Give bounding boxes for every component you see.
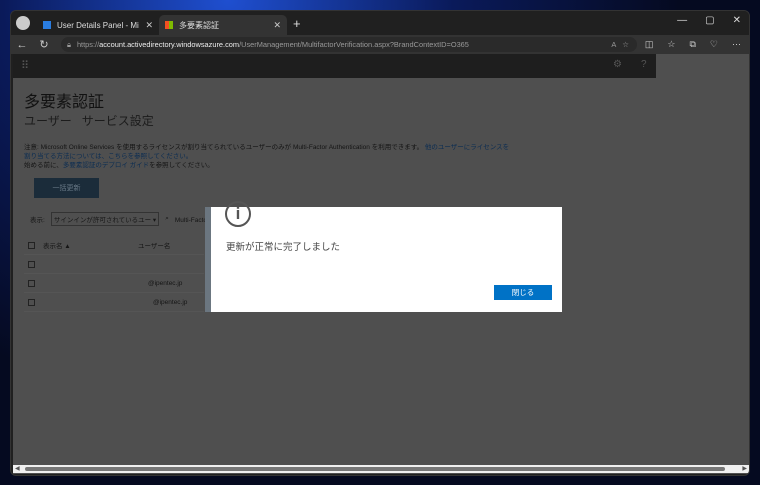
address-toolbar: ← ↻ 🔒︎ https://account.activedirectory.w… xyxy=(11,35,749,54)
view-label: 表示: xyxy=(30,217,45,224)
help-icon[interactable]: ? xyxy=(641,59,647,70)
dialog-message: 更新が正常に完了しました xyxy=(226,242,341,253)
bulk-update-button[interactable]: 一括更新 xyxy=(34,178,99,198)
m365-icon xyxy=(43,21,51,29)
refresh-button[interactable]: ↻ xyxy=(33,38,55,51)
table-row[interactable] xyxy=(24,255,204,274)
portal-header: ⠿ ⚙ ? xyxy=(13,54,656,78)
favorite-star-icon[interactable]: ☆ xyxy=(622,40,629,49)
collections-icon[interactable]: ⧉ xyxy=(689,39,695,50)
url-path: /UserManagement/MultifactorVerification.… xyxy=(239,40,469,49)
close-tab-icon[interactable]: ✕ xyxy=(145,20,153,31)
tab-user-details[interactable]: User Details Panel - Microsoft 365 ✕ xyxy=(37,15,159,35)
url-prefix: https:// xyxy=(76,40,100,49)
tab-service-settings[interactable]: サービス設定 xyxy=(82,114,154,128)
close-window-button[interactable]: ✕ xyxy=(733,15,741,26)
row-checkbox[interactable] xyxy=(28,260,35,268)
read-aloud-icon[interactable]: A xyxy=(611,40,616,49)
page-content: ⠿ ⚙ ? 多要素認証 ユーザー サービス設定 注意: Microsoft On… xyxy=(13,54,749,474)
browser-window: User Details Panel - Microsoft 365 ✕ 多要素… xyxy=(10,10,750,476)
success-dialog: i 更新が正常に完了しました 閉じる xyxy=(205,201,562,312)
license-note: 注意: Microsoft Online Services を使用するライセンス… xyxy=(24,144,510,169)
info-icon: i xyxy=(225,201,251,227)
browser-essentials-icon[interactable]: ♡ xyxy=(710,39,718,50)
table-row[interactable]: @ipentec.jp xyxy=(24,293,204,312)
back-button[interactable]: ← xyxy=(11,39,33,51)
scroll-right-icon[interactable]: ▶ xyxy=(742,465,747,472)
scrollbar-thumb[interactable] xyxy=(25,467,725,471)
row-checkbox[interactable] xyxy=(28,298,35,306)
deploy-guide-link[interactable]: 多要素認証のデプロイ ガイド xyxy=(63,162,149,169)
lock-icon: 🔒︎ xyxy=(67,39,71,49)
maximize-button[interactable]: ▢ xyxy=(705,15,714,26)
view-select[interactable]: サインインが許可されているユー ▾ xyxy=(50,212,160,226)
table-header: 表示名 ▲ ユーザー名 xyxy=(24,236,204,255)
more-menu-icon[interactable]: ⋯ xyxy=(732,39,741,50)
search-icon[interactable]: ⌕ xyxy=(165,215,169,223)
select-all-checkbox[interactable] xyxy=(28,241,35,249)
row-checkbox[interactable] xyxy=(28,279,35,287)
tab-mfa[interactable]: 多要素認証 ✕ xyxy=(159,15,287,35)
page-title: 多要素認証 xyxy=(24,94,105,111)
profile-avatar[interactable] xyxy=(16,16,30,30)
column-display-name[interactable]: 表示名 ▲ xyxy=(43,240,138,250)
gear-icon[interactable]: ⚙ xyxy=(613,59,622,70)
split-screen-icon[interactable]: ◫ xyxy=(645,39,654,50)
close-button[interactable]: 閉じる xyxy=(494,285,552,300)
minimize-button[interactable]: — xyxy=(677,15,687,26)
app-launcher-icon[interactable]: ⠿ xyxy=(21,59,29,72)
favorites-icon[interactable]: ☆ xyxy=(667,39,675,50)
microsoft-logo-icon xyxy=(165,21,173,29)
tab-users[interactable]: ユーザー xyxy=(24,114,72,128)
close-tab-icon[interactable]: ✕ xyxy=(273,20,281,31)
table-row[interactable]: @ipentec.jp xyxy=(24,274,204,293)
address-bar[interactable]: 🔒︎ https://account.activedirectory.windo… xyxy=(61,37,637,52)
new-tab-button[interactable]: + xyxy=(293,16,301,31)
column-username[interactable]: ユーザー名 xyxy=(138,240,170,250)
tab-bar: User Details Panel - Microsoft 365 ✕ 多要素… xyxy=(11,11,749,35)
scroll-left-icon[interactable]: ◀ xyxy=(15,465,20,472)
url-domain: account.activedirectory.windowsazure.com xyxy=(99,40,240,49)
horizontal-scrollbar[interactable]: ◀ ▶ xyxy=(13,465,749,473)
